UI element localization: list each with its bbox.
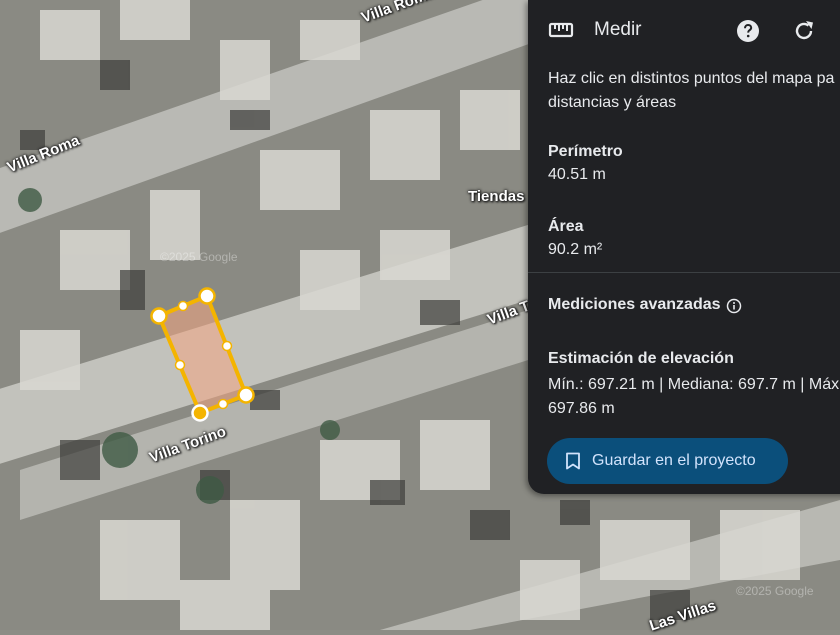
measure-midpoint: [174, 359, 186, 371]
elevation-line: Mín.: 697.21 m | Mediana: 697.7 m | Máx.…: [548, 376, 840, 393]
area-value: 90.2 m²: [548, 241, 603, 258]
measure-midpoint: [221, 340, 233, 352]
info-icon[interactable]: [726, 298, 742, 314]
instructions-line: distancias y áreas: [548, 94, 677, 111]
map-watermark: ©2025 Google: [160, 250, 238, 264]
perimeter-value: 40.51 m: [548, 166, 606, 183]
measure-midpoint: [177, 300, 189, 312]
panel-title: Medir: [594, 19, 642, 40]
elevation-values: Mín.: 697.21 m | Mediana: 697.7 m | Máx.…: [548, 373, 840, 421]
instructions-text: Haz clic en distintos puntos del mapa pa…: [548, 67, 840, 115]
bookmark-icon: [566, 452, 580, 470]
save-to-project-button[interactable]: Guardar en el proyecto: [547, 438, 788, 484]
area-label: Área: [548, 218, 584, 235]
elevation-line: 697.86 m: [548, 400, 615, 417]
measure-midpoint: [217, 398, 229, 410]
panel-divider: [528, 272, 840, 273]
help-icon[interactable]: [736, 19, 760, 43]
save-button-label: Guardar en el proyecto: [592, 452, 756, 469]
perimeter-label: Perímetro: [548, 143, 623, 160]
measure-vertex-active: [191, 404, 209, 422]
measure-panel: Medir Haz clic en distintos puntos del m…: [528, 0, 840, 494]
map-watermark: ©2025 Google: [736, 584, 814, 598]
ruler-icon: [548, 22, 574, 38]
advanced-measurements-label: Mediciones avanzadas: [548, 296, 721, 313]
measure-vertex: [198, 287, 216, 305]
elevation-label: Estimación de elevación: [548, 350, 734, 367]
refresh-icon[interactable]: [792, 19, 816, 43]
panel-header: Medir: [528, 0, 840, 60]
measure-vertex: [150, 307, 168, 325]
instructions-line: Haz clic en distintos puntos del mapa pa: [548, 70, 835, 87]
street-label: Tiendas: [468, 188, 525, 205]
measure-vertex: [237, 386, 255, 404]
